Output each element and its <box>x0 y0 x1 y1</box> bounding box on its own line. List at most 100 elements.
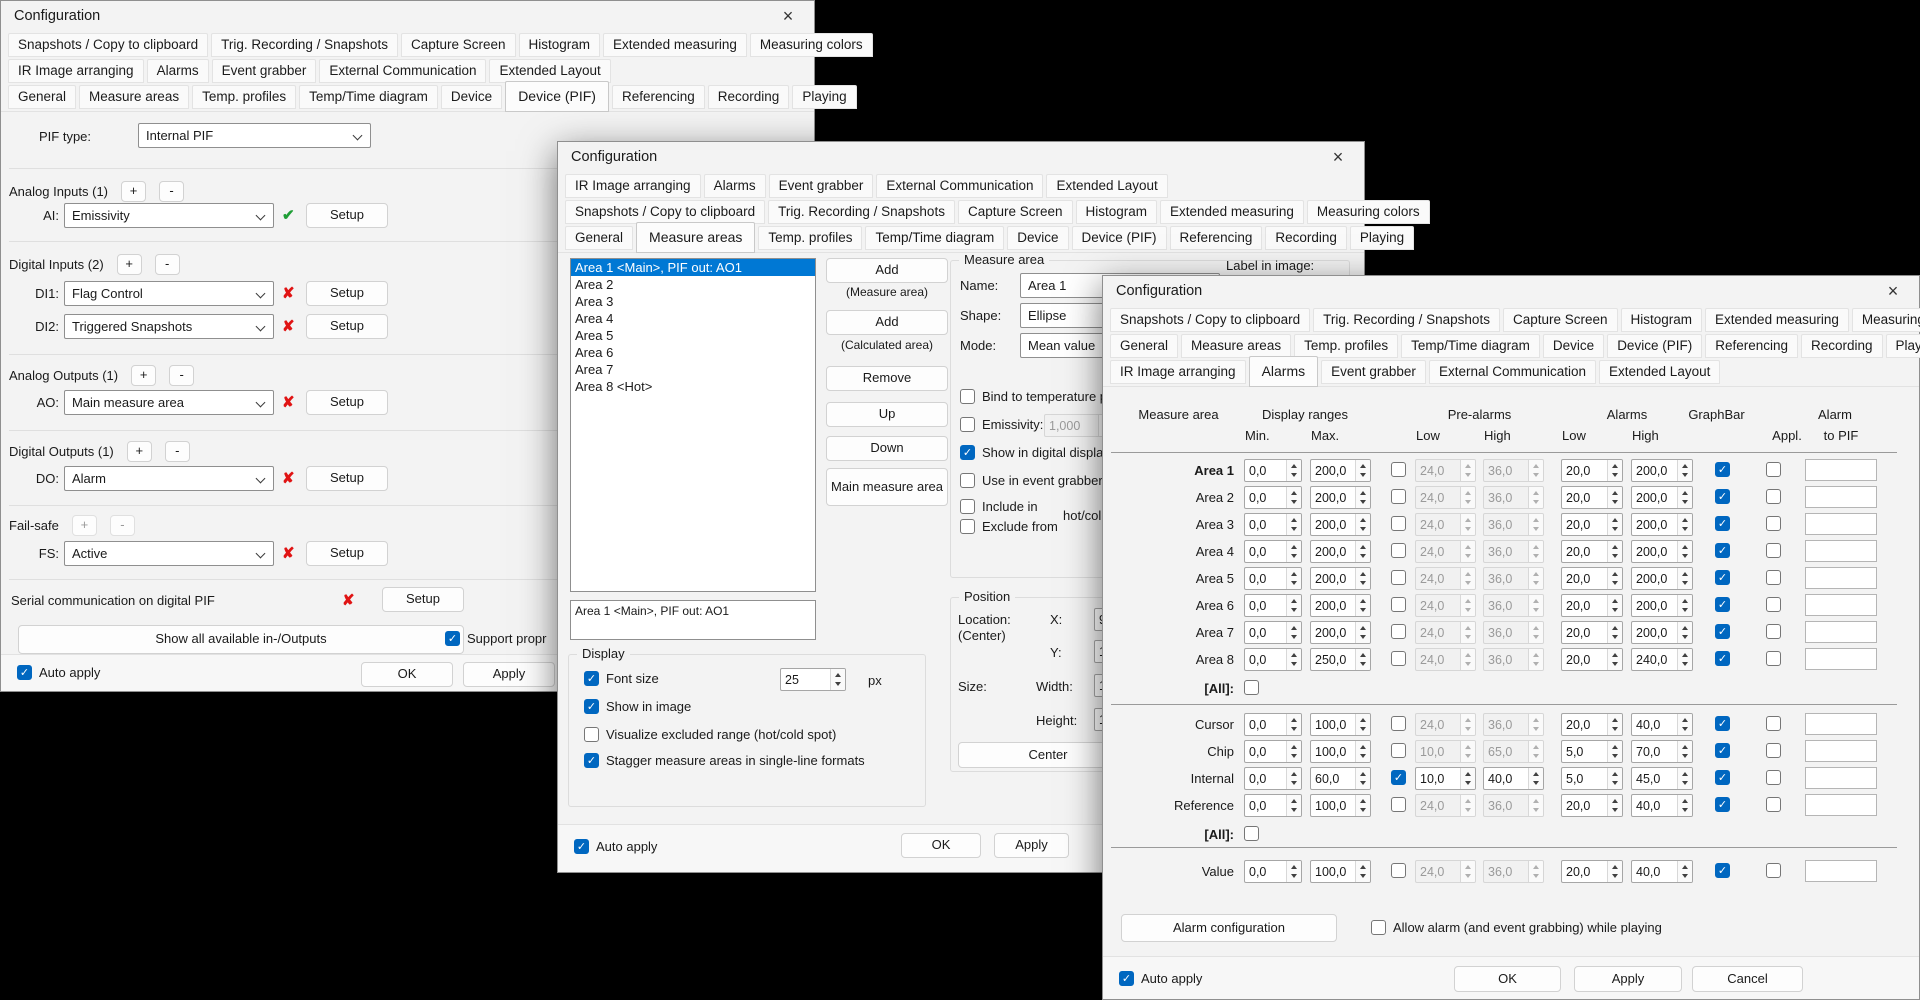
spinner-buttons[interactable] <box>1286 460 1301 481</box>
spinner-buttons[interactable] <box>1460 622 1475 643</box>
auto-apply-checkbox-row[interactable]: ✓ Auto apply <box>17 665 100 680</box>
remove-io-button[interactable]: - <box>110 515 135 536</box>
alarm-to-pif-field[interactable] <box>1805 860 1877 882</box>
spin-up-icon[interactable] <box>1360 653 1366 657</box>
display-min-field[interactable]: 0,0 <box>1244 767 1302 790</box>
spin-down-icon[interactable] <box>1612 727 1618 731</box>
spin-up-icon[interactable] <box>1465 653 1471 657</box>
tab-ir-image-arranging[interactable]: IR Image arranging <box>8 59 144 83</box>
option-checkbox-row[interactable]: Use in event grabber <box>960 473 1103 488</box>
spin-up-icon[interactable] <box>1682 518 1688 522</box>
spin-up-icon[interactable] <box>1533 653 1539 657</box>
display-max-field[interactable]: 200,0 <box>1310 567 1371 590</box>
appl-checkbox[interactable] <box>1766 516 1781 531</box>
spinner-buttons[interactable] <box>1460 595 1475 616</box>
tab-measuring-colors[interactable]: Measuring colors <box>750 33 873 57</box>
spinner-buttons[interactable] <box>1286 795 1301 816</box>
spinner-buttons[interactable] <box>1286 768 1301 789</box>
io-dropdown[interactable]: Emissivity <box>64 203 274 228</box>
spin-down-icon[interactable] <box>1533 874 1539 878</box>
spinner-buttons[interactable] <box>1677 741 1692 762</box>
spin-up-icon[interactable] <box>1360 799 1366 803</box>
spin-up-icon[interactable] <box>1465 545 1471 549</box>
tab-histogram[interactable]: Histogram <box>519 33 601 57</box>
spin-up-icon[interactable] <box>1682 491 1688 495</box>
spinner-buttons[interactable] <box>1607 741 1622 762</box>
spin-down-icon[interactable] <box>1612 527 1618 531</box>
spin-down-icon[interactable] <box>1682 473 1688 477</box>
spin-down-icon[interactable] <box>1360 608 1366 612</box>
checkbox-checked[interactable]: ✓ <box>584 671 599 686</box>
list-add-button[interactable]: Add <box>826 258 948 283</box>
spin-up-icon[interactable] <box>1291 745 1297 749</box>
spinner-buttons[interactable] <box>1460 541 1475 562</box>
spin-up-icon[interactable] <box>1612 599 1618 603</box>
display-min-field[interactable]: 0,0 <box>1244 540 1302 563</box>
graphbar-checkbox[interactable]: ✓ <box>1715 516 1730 531</box>
display-min-field[interactable]: 0,0 <box>1244 794 1302 817</box>
apply-button[interactable]: Apply <box>463 662 555 687</box>
spin-up-icon[interactable] <box>1291 865 1297 869</box>
tab-extended-layout[interactable]: Extended Layout <box>1599 360 1720 384</box>
remove-io-button[interactable]: - <box>165 441 190 462</box>
spinner-buttons[interactable] <box>1677 768 1692 789</box>
spin-down-icon[interactable] <box>1465 727 1471 731</box>
spinner-buttons[interactable] <box>1677 714 1692 735</box>
spinner-buttons[interactable] <box>1677 487 1692 508</box>
list-up-button[interactable]: Up <box>826 402 948 427</box>
spin-up-icon[interactable] <box>1612 545 1618 549</box>
tab-snapshots-copy-to-clipboard[interactable]: Snapshots / Copy to clipboard <box>1110 308 1310 332</box>
spin-up-icon[interactable] <box>1612 491 1618 495</box>
tab-referencing[interactable]: Referencing <box>1170 226 1263 250</box>
display-min-field[interactable]: 0,0 <box>1244 594 1302 617</box>
graphbar-checkbox[interactable]: ✓ <box>1715 770 1730 785</box>
spinner-buttons[interactable] <box>1607 795 1622 816</box>
spin-down-icon[interactable] <box>1682 581 1688 585</box>
pre-alarm-high-field[interactable]: 36,0 <box>1483 713 1544 736</box>
setup-button[interactable]: Setup <box>306 281 388 306</box>
spin-up-icon[interactable] <box>1612 865 1618 869</box>
spin-down-icon[interactable] <box>1465 473 1471 477</box>
checkbox-checked[interactable]: ✓ <box>1119 971 1134 986</box>
spinner-buttons[interactable] <box>1677 514 1692 535</box>
pre-alarm-high-field[interactable]: 36,0 <box>1483 621 1544 644</box>
tab-general[interactable]: General <box>8 85 76 109</box>
spinner-buttons[interactable] <box>1286 622 1301 643</box>
spinner-buttons[interactable] <box>830 669 845 690</box>
tab-recording[interactable]: Recording <box>1265 226 1347 250</box>
spin-up-icon[interactable] <box>1533 772 1539 776</box>
tab-device[interactable]: Device <box>441 85 502 109</box>
setup-button[interactable]: Setup <box>306 466 388 491</box>
tab-alarms[interactable]: Alarms <box>1249 356 1319 387</box>
spin-down-icon[interactable] <box>1533 727 1539 731</box>
alarm-low-field[interactable]: 20,0 <box>1561 794 1623 817</box>
display-max-field[interactable]: 100,0 <box>1310 740 1371 763</box>
spin-down-icon[interactable] <box>1291 608 1297 612</box>
alarm-to-pif-field[interactable] <box>1805 540 1877 562</box>
pre-alarm-enable-checkbox[interactable] <box>1391 863 1406 878</box>
spinner-buttons[interactable] <box>1286 595 1301 616</box>
spin-up-icon[interactable] <box>1612 718 1618 722</box>
graphbar-checkbox[interactable]: ✓ <box>1715 597 1730 612</box>
spinner-buttons[interactable] <box>1607 768 1622 789</box>
spin-down-icon[interactable] <box>1533 808 1539 812</box>
tab-temp-profiles[interactable]: Temp. profiles <box>192 85 296 109</box>
display-max-field[interactable]: 200,0 <box>1310 594 1371 617</box>
tab-alarms[interactable]: Alarms <box>704 174 766 198</box>
pre-alarm-low-field[interactable]: 24,0 <box>1415 459 1476 482</box>
auto-apply-checkbox-row[interactable]: ✓ Auto apply <box>1119 971 1202 986</box>
spin-down-icon[interactable] <box>1291 527 1297 531</box>
spin-up-icon[interactable] <box>1533 464 1539 468</box>
list-add-button[interactable]: Add <box>826 310 948 335</box>
pre-alarm-high-field[interactable]: 36,0 <box>1483 459 1544 482</box>
spin-down-icon[interactable] <box>1465 874 1471 878</box>
spinner-buttons[interactable] <box>1286 487 1301 508</box>
tab-extended-measuring[interactable]: Extended measuring <box>1705 308 1849 332</box>
spinner-buttons[interactable] <box>1460 487 1475 508</box>
graphbar-checkbox[interactable]: ✓ <box>1715 489 1730 504</box>
spinner-buttons[interactable] <box>1460 768 1475 789</box>
spinner-buttons[interactable] <box>1677 595 1692 616</box>
pre-alarm-high-field[interactable]: 36,0 <box>1483 567 1544 590</box>
display-min-field[interactable]: 0,0 <box>1244 513 1302 536</box>
spinner-buttons[interactable] <box>1460 514 1475 535</box>
